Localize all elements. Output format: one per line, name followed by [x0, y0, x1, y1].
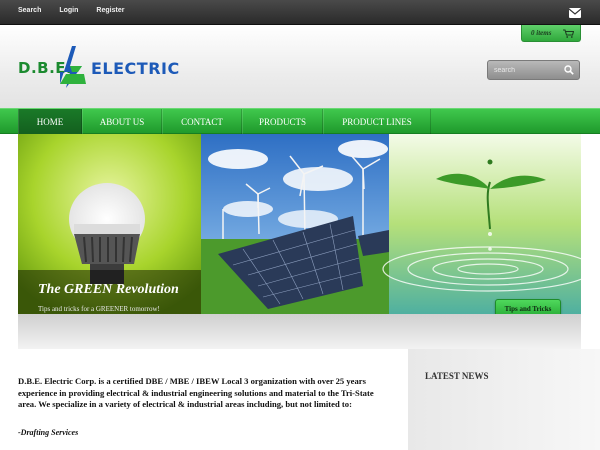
cart-count: 0 items	[531, 29, 552, 37]
search-link[interactable]: Search	[18, 7, 41, 14]
hero-title: The GREEN Revolution	[38, 282, 179, 297]
nav-product-lines[interactable]: PRODUCT LINES	[323, 109, 431, 135]
nav-contact[interactable]: CONTACT	[162, 109, 242, 135]
cart-button[interactable]: 0 items	[521, 25, 581, 42]
lightning-bolt-logo	[60, 46, 86, 88]
hero-banner: The GREEN Revolution Tips and tricks for…	[18, 134, 581, 349]
envelope-icon[interactable]	[569, 8, 581, 18]
hero-reflection	[18, 314, 581, 349]
nav-home[interactable]: HOME	[18, 109, 82, 135]
login-link[interactable]: Login	[59, 7, 78, 14]
shopping-cart-icon	[563, 29, 574, 38]
site-logo[interactable]: D.B.E. ELECTRIC	[18, 44, 179, 90]
top-bar: Search Login Register	[0, 0, 600, 25]
search-box	[487, 60, 580, 80]
service-item: -Drafting Services	[18, 428, 79, 437]
search-input[interactable]	[494, 64, 564, 77]
logo-text-electric: ELECTRIC	[91, 59, 180, 78]
intro-paragraph: D.B.E. Electric Corp. is a certified DBE…	[18, 376, 374, 409]
nav-products[interactable]: PRODUCTS	[242, 109, 323, 135]
latest-news-title: LATEST NEWS	[425, 371, 489, 381]
top-links: Search Login Register	[18, 7, 142, 14]
nav-about-us[interactable]: ABOUT US	[82, 109, 162, 135]
latest-news-panel: LATEST NEWS	[408, 349, 600, 450]
search-icon[interactable]	[564, 65, 574, 75]
main-nav: HOME ABOUT US CONTACT PRODUCTS PRODUCT L…	[0, 108, 600, 135]
hero-subtitle: Tips and tricks for a GREENER tomorrow!	[38, 305, 160, 313]
register-link[interactable]: Register	[96, 7, 124, 14]
